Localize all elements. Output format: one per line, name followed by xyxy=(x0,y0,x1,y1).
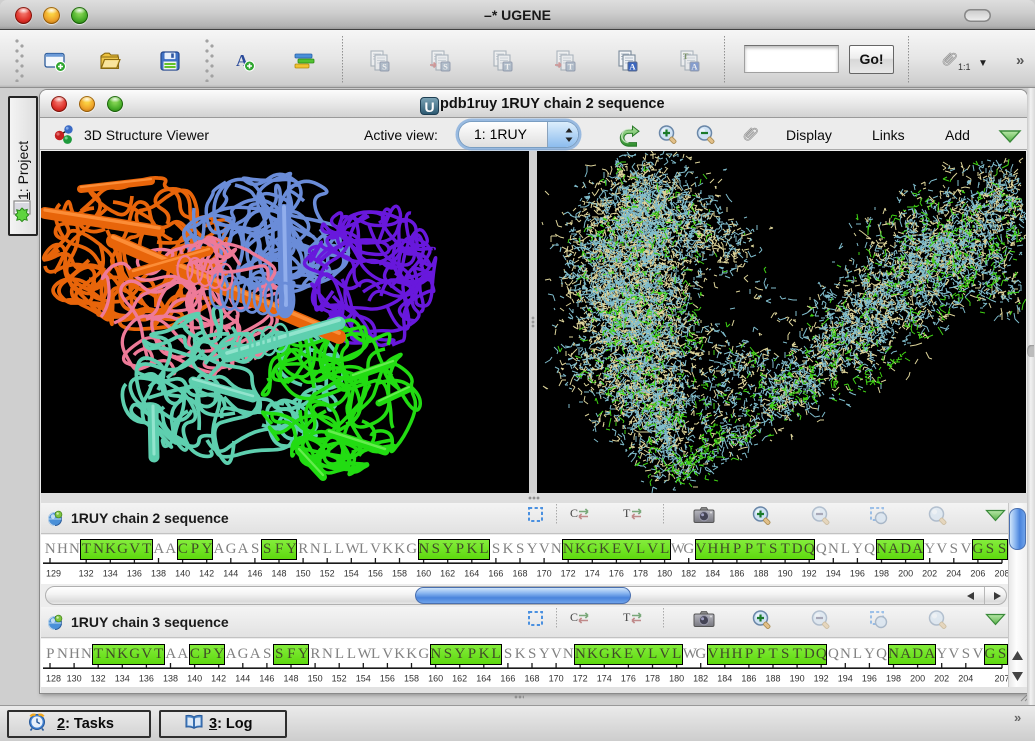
svg-text:194: 194 xyxy=(838,673,853,683)
svg-text:204: 204 xyxy=(947,568,962,578)
svg-text:146: 146 xyxy=(260,673,275,683)
svg-text:176: 176 xyxy=(609,568,624,578)
svg-text:T: T xyxy=(568,61,574,71)
svg-text:182: 182 xyxy=(693,673,708,683)
svg-text:138: 138 xyxy=(151,568,166,578)
svg-text:192: 192 xyxy=(814,673,829,683)
svg-text:170: 170 xyxy=(549,673,564,683)
svg-text:174: 174 xyxy=(585,568,600,578)
svg-text:188: 188 xyxy=(766,673,781,683)
svg-text:A: A xyxy=(691,61,698,71)
svg-text:146: 146 xyxy=(248,568,263,578)
svg-text:132: 132 xyxy=(91,673,106,683)
svg-text:140: 140 xyxy=(187,673,202,683)
svg-text:200: 200 xyxy=(898,568,913,578)
svg-text:196: 196 xyxy=(850,568,865,578)
svg-text:166: 166 xyxy=(501,673,516,683)
svg-text:168: 168 xyxy=(513,568,528,578)
svg-text:174: 174 xyxy=(597,673,612,683)
svg-text:172: 172 xyxy=(573,673,588,683)
svg-text:176: 176 xyxy=(621,673,636,683)
svg-text:138: 138 xyxy=(163,673,178,683)
svg-text:132: 132 xyxy=(79,568,94,578)
svg-text:162: 162 xyxy=(452,673,467,683)
svg-text:164: 164 xyxy=(465,568,480,578)
svg-text:182: 182 xyxy=(681,568,696,578)
svg-text:204: 204 xyxy=(959,673,974,683)
svg-text:160: 160 xyxy=(416,568,431,578)
svg-text:186: 186 xyxy=(742,673,757,683)
svg-text:S: S xyxy=(443,61,448,71)
svg-text:C: C xyxy=(570,506,578,520)
svg-text:140: 140 xyxy=(175,568,190,578)
svg-text:152: 152 xyxy=(320,568,335,578)
svg-text:T: T xyxy=(505,61,511,71)
svg-text:152: 152 xyxy=(332,673,347,683)
svg-text:S: S xyxy=(382,61,387,71)
svg-text:178: 178 xyxy=(645,673,660,683)
svg-text:166: 166 xyxy=(489,568,504,578)
svg-text:170: 170 xyxy=(537,568,552,578)
svg-text:184: 184 xyxy=(706,568,721,578)
svg-text:148: 148 xyxy=(272,568,287,578)
svg-text:T: T xyxy=(683,52,689,61)
svg-text:148: 148 xyxy=(284,673,299,683)
svg-text:160: 160 xyxy=(428,673,443,683)
svg-text:202: 202 xyxy=(934,673,949,683)
svg-text:158: 158 xyxy=(404,673,419,683)
svg-text:162: 162 xyxy=(440,568,455,578)
svg-text:172: 172 xyxy=(561,568,576,578)
svg-text:134: 134 xyxy=(115,673,130,683)
svg-text:C: C xyxy=(570,610,578,624)
svg-text:196: 196 xyxy=(862,673,877,683)
svg-text:206: 206 xyxy=(971,568,986,578)
svg-text:154: 154 xyxy=(356,673,371,683)
svg-text:129: 129 xyxy=(46,568,61,578)
svg-text:186: 186 xyxy=(730,568,745,578)
svg-text:144: 144 xyxy=(224,568,239,578)
svg-text:144: 144 xyxy=(236,673,251,683)
svg-text:192: 192 xyxy=(802,568,817,578)
svg-text:154: 154 xyxy=(344,568,359,578)
svg-text:164: 164 xyxy=(477,673,492,683)
svg-text:142: 142 xyxy=(199,568,214,578)
svg-text:200: 200 xyxy=(910,673,925,683)
svg-text:194: 194 xyxy=(826,568,841,578)
svg-text:150: 150 xyxy=(296,568,311,578)
svg-text:136: 136 xyxy=(139,673,154,683)
svg-text:T: T xyxy=(623,506,631,520)
svg-text:198: 198 xyxy=(874,568,889,578)
svg-text:178: 178 xyxy=(633,568,648,578)
svg-text:128: 128 xyxy=(46,673,61,683)
svg-text:136: 136 xyxy=(127,568,142,578)
svg-text:190: 190 xyxy=(778,568,793,578)
svg-text:190: 190 xyxy=(790,673,805,683)
svg-text:150: 150 xyxy=(308,673,323,683)
svg-text:142: 142 xyxy=(211,673,226,683)
svg-text:T: T xyxy=(623,610,631,624)
svg-text:180: 180 xyxy=(669,673,684,683)
svg-text:180: 180 xyxy=(657,568,672,578)
svg-text:168: 168 xyxy=(525,673,540,683)
svg-text:156: 156 xyxy=(368,568,383,578)
svg-text:188: 188 xyxy=(754,568,769,578)
svg-text:A: A xyxy=(629,61,636,71)
svg-text:158: 158 xyxy=(392,568,407,578)
svg-text:156: 156 xyxy=(380,673,395,683)
svg-text:202: 202 xyxy=(922,568,937,578)
svg-text:130: 130 xyxy=(67,673,82,683)
svg-text:184: 184 xyxy=(718,673,733,683)
svg-text:134: 134 xyxy=(103,568,118,578)
svg-text:198: 198 xyxy=(886,673,901,683)
